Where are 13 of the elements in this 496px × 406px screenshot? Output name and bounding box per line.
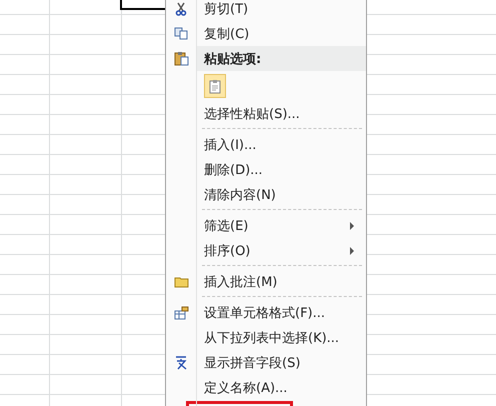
menu-item[interactable]: 筛选(E) bbox=[166, 213, 366, 238]
menu-item[interactable]: 选择性粘贴(S)... bbox=[166, 101, 366, 126]
menu-item[interactable]: 清除内容(N) bbox=[166, 182, 366, 207]
menu-item[interactable]: 插入(I)... bbox=[166, 132, 366, 157]
menu-item[interactable]: 删除(D)... bbox=[166, 157, 366, 182]
menu-item[interactable]: 显示拼音字段(S) bbox=[166, 350, 366, 375]
menu-item[interactable]: 排序(O) bbox=[166, 238, 366, 263]
menu-item[interactable]: 复制(C) bbox=[166, 21, 366, 46]
menu-item[interactable]: 从下拉列表中选择(K)... bbox=[166, 325, 366, 350]
menu-item[interactable]: 定义名称(A)... bbox=[166, 375, 366, 400]
menu-item[interactable]: 设置单元格格式(F)... bbox=[166, 300, 366, 325]
menu-item[interactable]: 插入批注(M) bbox=[166, 269, 366, 294]
menu-item[interactable]: 剪切(T) bbox=[166, 0, 366, 21]
